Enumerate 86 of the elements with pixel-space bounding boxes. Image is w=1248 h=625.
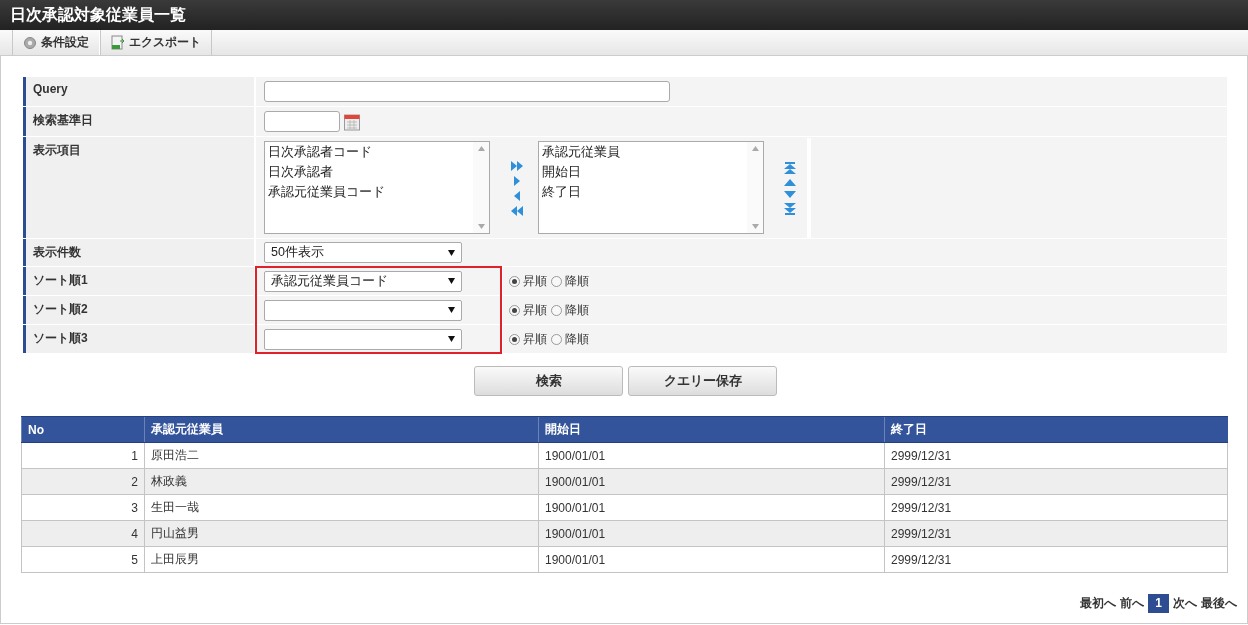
scroll-up-icon[interactable] bbox=[751, 146, 759, 151]
radio-button[interactable] bbox=[509, 304, 520, 316]
scroll-down-icon[interactable] bbox=[751, 224, 759, 229]
date-input-field[interactable] bbox=[264, 111, 340, 132]
table-cell: 1900/01/01 bbox=[538, 520, 885, 547]
remove-icon[interactable] bbox=[512, 190, 521, 201]
toolbar-button[interactable]: エクスポート bbox=[100, 30, 212, 55]
toolbar-button[interactable]: 条件設定 bbox=[12, 30, 100, 55]
dropdown-arrow-icon bbox=[448, 249, 455, 256]
calendar-icon[interactable] bbox=[344, 112, 360, 131]
table-cell: 2999/12/31 bbox=[884, 546, 1228, 573]
field-label: 表示件数 bbox=[33, 244, 81, 261]
dropdown[interactable]: 承認元従業員コード bbox=[264, 270, 462, 292]
radio-label: 降順 bbox=[565, 301, 589, 319]
field-label: ソート順3 bbox=[33, 330, 88, 347]
radio-button[interactable] bbox=[551, 304, 562, 316]
table-cell: 1900/01/01 bbox=[538, 494, 885, 521]
column-header: 承認元従業員 bbox=[144, 416, 539, 443]
list-item[interactable]: 開始日 bbox=[542, 164, 581, 181]
radio-button[interactable] bbox=[509, 333, 520, 345]
dropdown-arrow-icon bbox=[448, 278, 455, 284]
table-cell: 2 bbox=[21, 468, 145, 495]
scroll-up-icon[interactable] bbox=[477, 146, 485, 151]
dropdown[interactable] bbox=[264, 299, 462, 321]
add-all-icon[interactable] bbox=[510, 160, 523, 171]
column-header: No bbox=[21, 416, 145, 443]
table-cell: 生田一哉 bbox=[144, 494, 539, 521]
move-bottom-icon[interactable] bbox=[783, 202, 796, 215]
table-cell: 3 bbox=[21, 494, 145, 521]
radio-button[interactable] bbox=[509, 275, 520, 287]
field-label: ソート順2 bbox=[33, 301, 88, 318]
table-cell: 4 bbox=[21, 520, 145, 547]
dropdown-arrow-icon bbox=[448, 336, 455, 342]
last-page-link[interactable]: 最後へ bbox=[1201, 595, 1237, 612]
radio-label: 降順 bbox=[565, 272, 589, 290]
field-label: 検索基準日 bbox=[33, 112, 93, 129]
window-title: 日次承認対象従業員一覧 bbox=[10, 5, 186, 25]
remove-all-icon[interactable] bbox=[510, 205, 523, 216]
column-header: 開始日 bbox=[538, 416, 885, 443]
available-items-list[interactable]: 日次承認者コード 日次承認者 承認元従業員コード bbox=[264, 141, 490, 234]
scroll-down-icon[interactable] bbox=[477, 224, 485, 229]
list-item[interactable]: 承認元従業員 bbox=[542, 144, 620, 161]
field-label: Query bbox=[33, 82, 68, 96]
dropdown-arrow-icon bbox=[448, 307, 455, 313]
table-cell: 1900/01/01 bbox=[538, 442, 885, 469]
table-cell: 1 bbox=[21, 442, 145, 469]
dropdown[interactable] bbox=[264, 328, 462, 350]
gear-icon bbox=[23, 35, 37, 50]
table-cell: 原田浩二 bbox=[144, 442, 539, 469]
radio-button[interactable] bbox=[551, 275, 562, 287]
add-icon[interactable] bbox=[512, 175, 521, 186]
move-top-icon[interactable] bbox=[783, 161, 796, 174]
previous-page-link[interactable]: 前へ bbox=[1120, 595, 1144, 612]
table-cell: 上田辰男 bbox=[144, 546, 539, 573]
table-cell: 5 bbox=[21, 546, 145, 573]
radio-label: 昇順 bbox=[523, 330, 547, 348]
table-cell: 1900/01/01 bbox=[538, 468, 885, 495]
table-cell: 2999/12/31 bbox=[884, 468, 1228, 495]
list-item[interactable]: 承認元従業員コード bbox=[268, 184, 385, 201]
radio-label: 昇順 bbox=[523, 301, 547, 319]
next-page-link[interactable]: 次へ bbox=[1173, 595, 1197, 612]
dropdown[interactable]: 50件表示 bbox=[264, 242, 462, 263]
list-item[interactable]: 日次承認者 bbox=[268, 164, 333, 181]
move-up-icon[interactable] bbox=[783, 178, 796, 186]
page-number[interactable]: 1 bbox=[1148, 594, 1169, 613]
table-cell: 2999/12/31 bbox=[884, 494, 1228, 521]
field-label: 表示項目 bbox=[33, 142, 81, 159]
first-page-link[interactable]: 最初へ bbox=[1080, 595, 1116, 612]
query-input-field[interactable] bbox=[264, 81, 670, 102]
action-button[interactable]: クエリー保存 bbox=[628, 366, 777, 396]
list-item[interactable]: 終了日 bbox=[542, 184, 581, 201]
radio-label: 降順 bbox=[565, 330, 589, 348]
action-button[interactable]: 検索 bbox=[474, 366, 623, 396]
table-cell: 林政義 bbox=[144, 468, 539, 495]
column-header: 終了日 bbox=[884, 416, 1228, 443]
move-down-icon[interactable] bbox=[783, 190, 796, 198]
table-cell: 円山益男 bbox=[144, 520, 539, 547]
table-cell: 2999/12/31 bbox=[884, 520, 1228, 547]
table-cell: 2999/12/31 bbox=[884, 442, 1228, 469]
field-label: ソート順1 bbox=[33, 272, 88, 289]
radio-label: 昇順 bbox=[523, 272, 547, 290]
radio-button[interactable] bbox=[551, 333, 562, 345]
selected-items-list[interactable]: 承認元従業員 開始日 終了日 bbox=[538, 141, 764, 234]
list-item[interactable]: 日次承認者コード bbox=[268, 144, 372, 161]
document-icon bbox=[111, 34, 125, 51]
table-cell: 1900/01/01 bbox=[538, 546, 885, 573]
